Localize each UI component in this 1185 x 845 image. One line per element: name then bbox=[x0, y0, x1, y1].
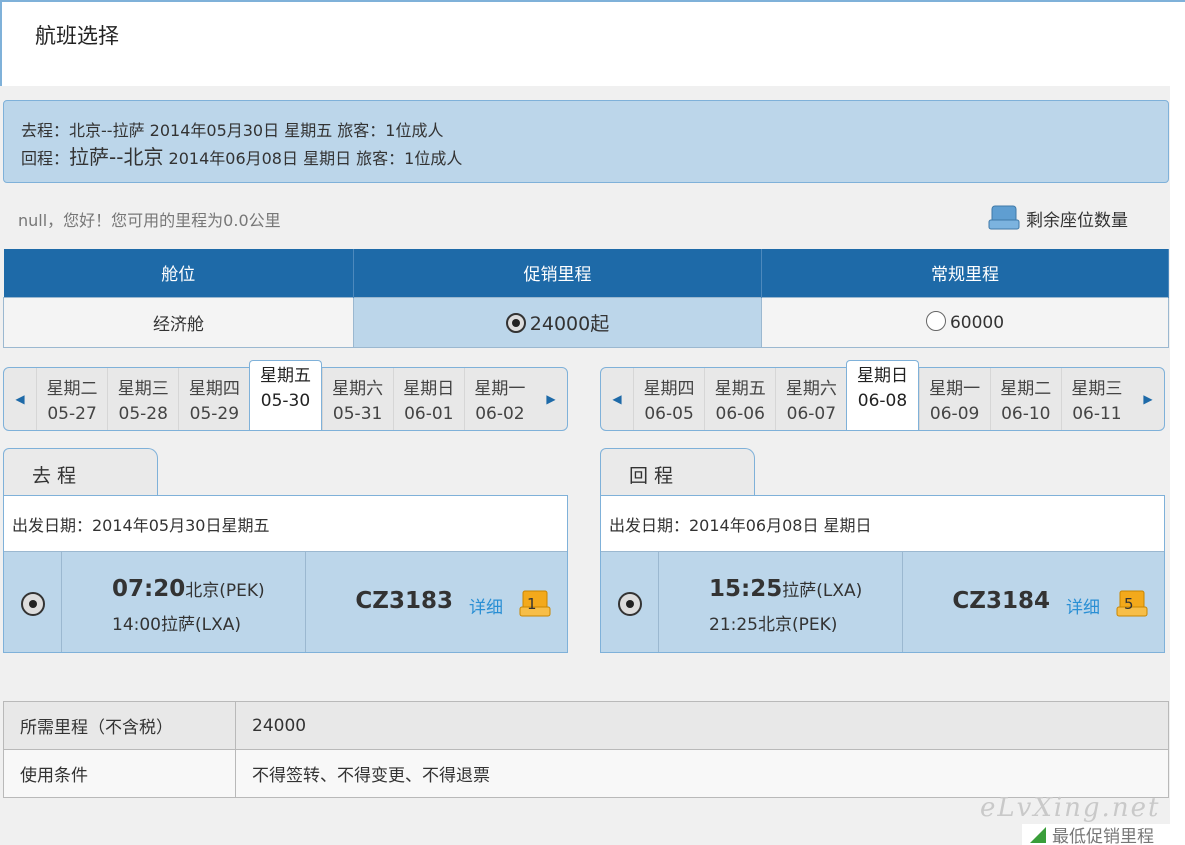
tab-inbound[interactable]: 回程 bbox=[600, 448, 755, 496]
departure-city: 北京(PEK) bbox=[185, 581, 265, 601]
promo-radio[interactable] bbox=[505, 312, 526, 333]
watermark: eLvXing.net bbox=[980, 793, 1161, 823]
next-dates-button[interactable]: ▶ bbox=[1132, 368, 1164, 430]
flight-times: 15:25拉萨(LXA) 21:25北京(PEK) bbox=[659, 552, 903, 652]
date-tab[interactable]: 星期四 06-05 bbox=[633, 368, 704, 430]
flight-select-cell[interactable] bbox=[601, 552, 659, 652]
date-tab[interactable]: 星期三 06-11 bbox=[1060, 368, 1132, 430]
flight-info: CZ3184 详细 5 bbox=[903, 552, 1164, 652]
chevron-left-icon: ◀ bbox=[15, 392, 25, 406]
page-title: 航班选择 bbox=[35, 24, 119, 48]
cabin-mileage-table: 舱位 促销里程 常规里程 经济舱 24000起 60000 bbox=[3, 249, 1169, 348]
flight-times: 07:20北京(PEK) 14:00拉萨(LXA) bbox=[62, 552, 306, 652]
date-tab[interactable]: 星期二 06-10 bbox=[989, 368, 1061, 430]
departure-time: 15:25 bbox=[709, 576, 783, 602]
regular-miles-header: 常规里程 bbox=[761, 249, 1169, 297]
next-dates-button[interactable]: ▶ bbox=[535, 368, 567, 430]
remaining-seats-badge: 1 bbox=[519, 590, 551, 618]
greeting-text: null，您好！您可用的里程为0.0公里 bbox=[18, 211, 281, 230]
date-tab[interactable]: 星期三 05-28 bbox=[107, 368, 178, 430]
seat-icon bbox=[988, 205, 1020, 230]
flight-select-cell[interactable] bbox=[4, 552, 62, 652]
remaining-seats-count: 1 bbox=[527, 595, 537, 613]
detail-link[interactable]: 详细 bbox=[469, 593, 503, 618]
flight-radio[interactable] bbox=[21, 592, 45, 616]
flight-row[interactable]: 15:25拉萨(LXA) 21:25北京(PEK) CZ3184 详细 5 bbox=[601, 552, 1164, 652]
inbound-depart-date: 出发日期：2014年06月08日 星期日 bbox=[601, 496, 1164, 552]
lowest-promo-legend: 最低促销里程 bbox=[1022, 824, 1170, 845]
flight-number: CZ3184 bbox=[952, 588, 1050, 614]
detail-link[interactable]: 详细 bbox=[1066, 593, 1100, 618]
inbound-trip-line: 回程：拉萨--北京 2014年06月08日 星期日 旅客：1位成人 bbox=[21, 145, 463, 169]
outbound-flight-panel: 出发日期：2014年05月30日星期五 07:20北京(PEK) 14:00拉萨… bbox=[3, 495, 568, 653]
required-miles-value: 24000 bbox=[235, 701, 1169, 750]
date-tab[interactable]: 星期日 06-01 bbox=[392, 368, 464, 430]
outbound-date-bar: ◀ 星期二 05-27 星期三 05-28 星期四 05-29 星期五 05-30 星期… bbox=[3, 360, 568, 431]
summary-table: 所需里程（不含税） 24000 使用条件 不得签转、不得变更、不得退票 bbox=[3, 701, 1169, 798]
inbound-flight-panel: 出发日期：2014年06月08日 星期日 15:25拉萨(LXA) 21:25北… bbox=[600, 495, 1165, 653]
flight-info: CZ3183 详细 1 bbox=[306, 552, 567, 652]
flight-number: CZ3183 bbox=[355, 588, 453, 614]
flight-row[interactable]: 07:20北京(PEK) 14:00拉萨(LXA) CZ3183 详细 1 bbox=[4, 552, 567, 652]
terms-value: 不得签转、不得变更、不得退票 bbox=[235, 749, 1169, 798]
tab-inbound-label: 回程 bbox=[629, 465, 680, 487]
chevron-right-icon: ▶ bbox=[546, 392, 556, 406]
promo-miles-value: 24000起 bbox=[529, 312, 610, 335]
remaining-seats-badge: 5 bbox=[1116, 590, 1148, 618]
cabin-economy: 经济舱 bbox=[3, 296, 354, 348]
outbound-trip-line: 去程：北京--拉萨 2014年05月30日 星期五 旅客：1位成人 bbox=[21, 121, 444, 140]
date-tab[interactable]: 星期一 06-02 bbox=[463, 368, 535, 430]
promo-miles-header: 促销里程 bbox=[353, 249, 762, 297]
date-tab[interactable]: 星期六 06-07 bbox=[775, 368, 846, 430]
tab-outbound[interactable]: 去程 bbox=[3, 448, 158, 496]
date-tab[interactable]: 星期五 06-06 bbox=[704, 368, 775, 430]
cabin-header: 舱位 bbox=[3, 249, 354, 297]
corner-triangle-icon bbox=[1030, 826, 1046, 843]
regular-miles-option[interactable]: 60000 bbox=[761, 296, 1169, 348]
seat-legend: 剩余座位数量 bbox=[988, 205, 1128, 231]
arrival-info: 21:25北京(PEK) bbox=[709, 615, 838, 635]
date-tab[interactable]: 星期一 06-09 bbox=[918, 368, 990, 430]
arrival-info: 14:00拉萨(LXA) bbox=[112, 615, 242, 635]
departure-city: 拉萨(LXA) bbox=[782, 581, 863, 601]
terms-label: 使用条件 bbox=[3, 749, 236, 798]
date-tab[interactable]: 星期四 05-29 bbox=[178, 368, 249, 430]
trip-summary: 去程：北京--拉萨 2014年05月30日 星期五 旅客：1位成人 回程：拉萨-… bbox=[3, 100, 1169, 183]
chevron-left-icon: ◀ bbox=[612, 392, 622, 406]
tab-outbound-label: 去程 bbox=[32, 465, 83, 487]
flight-radio[interactable] bbox=[618, 592, 642, 616]
departure-time: 07:20 bbox=[112, 576, 186, 602]
promo-miles-option[interactable]: 24000起 bbox=[353, 296, 762, 348]
prev-dates-button[interactable]: ◀ bbox=[601, 368, 633, 430]
chevron-right-icon: ▶ bbox=[1143, 392, 1153, 406]
prev-dates-button[interactable]: ◀ bbox=[4, 368, 36, 430]
page-header: 航班选择 bbox=[0, 0, 1185, 86]
date-tab[interactable]: 星期二 05-27 bbox=[36, 368, 107, 430]
date-tab-selected[interactable]: 星期日 06-08 bbox=[846, 360, 919, 430]
inbound-date-bar: ◀ 星期四 06-05 星期五 06-06 星期六 06-07 星期日 06-08 星期… bbox=[600, 360, 1165, 431]
regular-radio[interactable] bbox=[925, 311, 946, 331]
lowest-promo-label: 最低促销里程 bbox=[1052, 827, 1154, 845]
required-miles-label: 所需里程（不含税） bbox=[3, 701, 236, 750]
date-tab[interactable]: 星期六 05-31 bbox=[321, 368, 393, 430]
remaining-seats-count: 5 bbox=[1124, 595, 1134, 613]
date-tab-selected[interactable]: 星期五 05-30 bbox=[249, 360, 322, 430]
regular-miles-value: 60000 bbox=[949, 313, 1005, 333]
outbound-depart-date: 出发日期：2014年05月30日星期五 bbox=[4, 496, 567, 552]
seat-legend-label: 剩余座位数量 bbox=[1026, 210, 1128, 231]
